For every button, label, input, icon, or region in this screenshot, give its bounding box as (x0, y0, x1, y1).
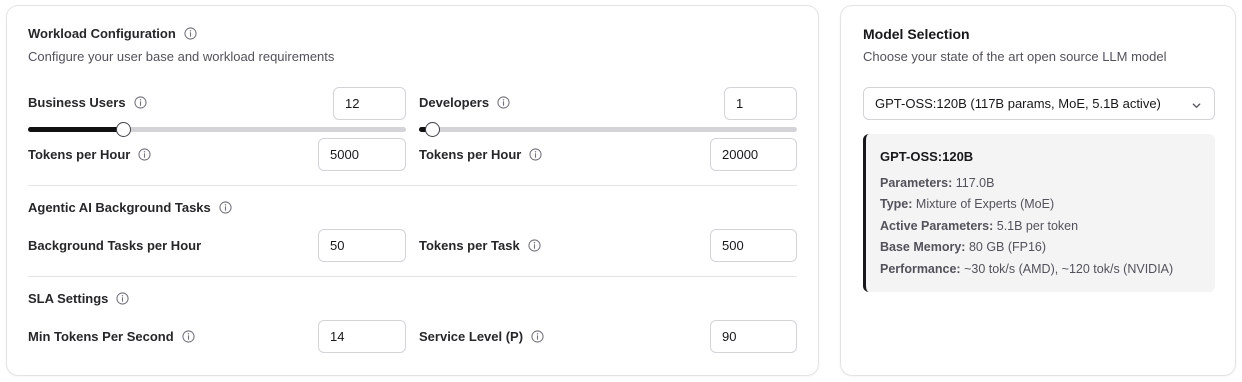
info-icon[interactable] (528, 239, 541, 252)
business-users-slider[interactable] (28, 121, 406, 137)
model-select[interactable]: GPT-OSS:120B (117B params, MoE, 5.1B act… (863, 87, 1215, 120)
model-selection-card: Model Selection Choose your state of the… (840, 5, 1236, 376)
min-tokens-label: Min Tokens Per Second (28, 329, 174, 344)
developer-tokens-input[interactable] (710, 138, 797, 171)
agentic-title: Agentic AI Background Tasks (28, 200, 211, 215)
info-icon[interactable] (133, 96, 147, 109)
business-users-input[interactable] (333, 87, 406, 120)
section-divider (28, 185, 797, 186)
model-name: GPT-OSS:120B (880, 149, 974, 164)
min-tokens-label-row: Min Tokens Per Second (28, 329, 195, 344)
spec-active-parameters: Active Parameters: 5.1B per token (880, 219, 1079, 233)
info-icon[interactable] (138, 148, 151, 161)
info-icon[interactable] (219, 201, 232, 214)
info-icon[interactable] (184, 27, 197, 40)
info-icon[interactable] (531, 330, 544, 343)
tasks-per-hour-input[interactable] (318, 229, 406, 262)
developers-label-row: Developers (419, 95, 510, 110)
business-tokens-label: Tokens per Hour (28, 147, 131, 162)
workload-configuration-card: Workload Configuration Configure your us… (6, 5, 819, 376)
sla-section-header: SLA Settings (28, 291, 130, 306)
sla-title: SLA Settings (28, 291, 109, 306)
chevron-down-icon (1191, 99, 1202, 114)
model-details-panel: GPT-OSS:120B Parameters: 117.0B Type: Mi… (863, 134, 1215, 292)
workload-title: Workload Configuration (28, 26, 176, 41)
tasks-per-hour-label: Background Tasks per Hour (28, 238, 202, 253)
model-title: Model Selection (863, 26, 970, 42)
info-icon[interactable] (182, 330, 195, 343)
slider-thumb[interactable] (425, 122, 440, 137)
tokens-per-task-label: Tokens per Task (419, 238, 520, 253)
spec-parameters: Parameters: 117.0B (880, 176, 995, 190)
developers-label: Developers (419, 95, 490, 110)
info-icon[interactable] (116, 292, 130, 305)
business-users-label: Business Users (28, 95, 126, 110)
developers-input[interactable] (724, 87, 797, 120)
developer-tokens-label: Tokens per Hour (419, 147, 522, 162)
slider-thumb[interactable] (116, 122, 131, 137)
section-divider (28, 276, 797, 277)
tokens-per-task-input[interactable] (710, 229, 797, 262)
model-select-value: GPT-OSS:120B (117B params, MoE, 5.1B act… (875, 96, 1161, 111)
model-subtitle: Choose your state of the art open source… (863, 49, 1167, 64)
developers-slider[interactable] (419, 121, 797, 137)
info-icon[interactable] (497, 96, 510, 109)
slider-fill (28, 127, 123, 132)
spec-type: Type: Mixture of Experts (MoE) (880, 197, 1055, 211)
service-level-input[interactable] (710, 320, 797, 353)
workload-subtitle: Configure your user base and workload re… (28, 49, 335, 64)
business-tokens-label-row: Tokens per Hour (28, 147, 151, 162)
workload-section-header: Workload Configuration (28, 26, 197, 41)
spec-base-memory: Base Memory: 80 GB (FP16) (880, 240, 1047, 254)
service-level-label: Service Level (P) (419, 329, 524, 344)
service-level-label-row: Service Level (P) (419, 329, 544, 344)
developer-tokens-label-row: Tokens per Hour (419, 147, 542, 162)
agentic-section-header: Agentic AI Background Tasks (28, 200, 232, 215)
slider-track (419, 127, 797, 132)
tokens-per-task-label-row: Tokens per Task (419, 238, 541, 253)
min-tokens-input[interactable] (318, 320, 406, 353)
spec-performance: Performance: ~30 tok/s (AMD), ~120 tok/s… (880, 262, 1174, 276)
business-users-label-row: Business Users (28, 95, 147, 110)
business-tokens-input[interactable] (318, 138, 406, 171)
info-icon[interactable] (529, 148, 542, 161)
